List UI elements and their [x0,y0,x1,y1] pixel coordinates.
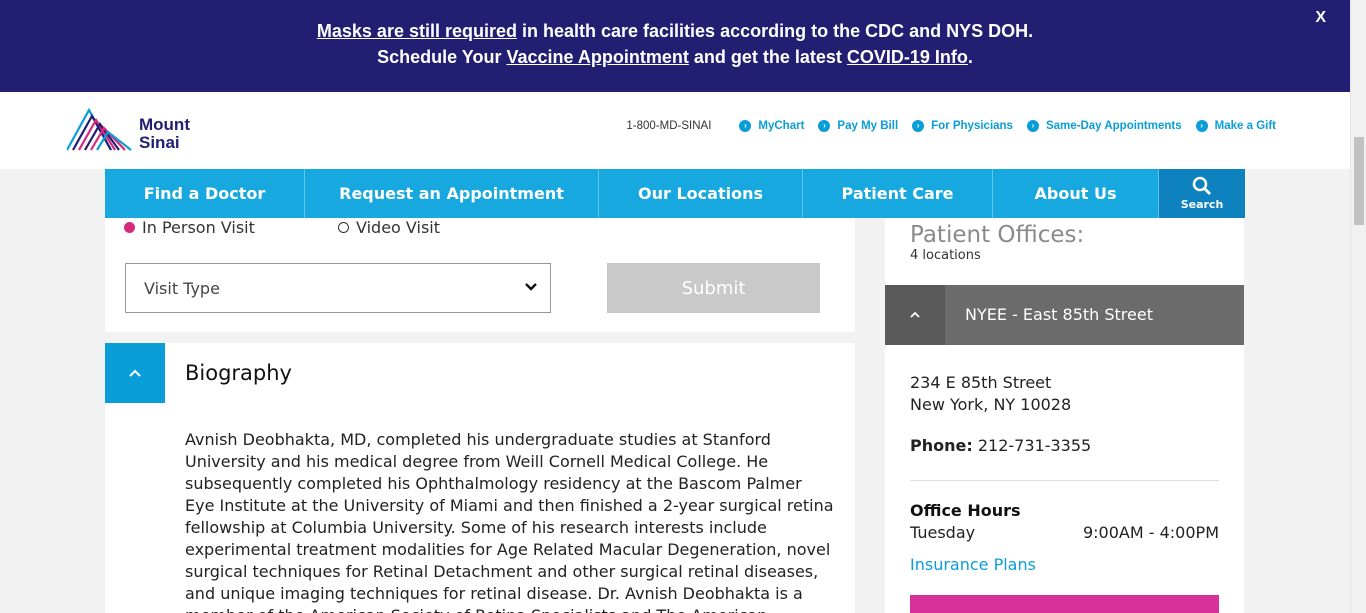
chevron-right-icon: › [1026,120,1039,132]
banner-line-1: Masks are still required in health care … [0,21,1350,42]
office-hours-title: Office Hours [910,501,1021,520]
biography-section: Biography Avnish Deobhakta, MD, complete… [105,343,855,613]
logo-text: Mount Sinai [139,116,190,152]
office-hours-row: Tuesday 9:00AM - 4:00PM [910,523,1219,542]
pay-my-bill-link[interactable]: › Pay My Bill [818,120,898,132]
nav-patient-care[interactable]: Patient Care [803,169,993,218]
mount-sinai-logo-icon [66,107,132,151]
banner-line-2-end: . [967,47,973,67]
page-scrollbar[interactable] [1350,0,1366,613]
radio-unselected-icon [338,222,349,233]
submit-button[interactable]: Submit [607,263,820,313]
mychart-label: MyChart [758,120,805,132]
chevron-down-icon [525,283,537,291]
scrollbar-thumb[interactable] [1354,137,1364,225]
covid-info-link[interactable]: COVID-19 Info [847,47,968,67]
locations-count: 4 locations [910,248,981,263]
biography-text: Avnish Deobhakta, MD, completed his unde… [185,430,834,613]
radio-selected-icon [124,222,135,233]
visit-type-select[interactable]: Visit Type [125,263,551,313]
chevron-right-icon: › [1195,120,1208,132]
chevron-right-icon: › [739,120,752,132]
patient-offices-heading: Patient Offices: [910,222,1085,248]
pay-my-bill-label: Pay My Bill [837,120,899,132]
search-icon [1192,176,1211,195]
make-a-gift-link[interactable]: › Make a Gift [1195,120,1276,132]
location-phone: Phone: 212-731-3355 [910,436,1091,455]
nav-our-locations[interactable]: Our Locations [599,169,803,218]
phone-number[interactable]: 1-800-MD-SINAI [626,120,711,132]
address-line-1: 234 E 85th Street [910,373,1052,392]
close-banner-button[interactable]: X [1315,9,1326,27]
hours-day: Tuesday [910,523,976,542]
search-button[interactable]: Search [1159,169,1245,218]
banner-line-1-text: in health care facilities according to t… [516,21,1034,41]
chevron-up-icon [129,369,141,377]
utility-nav: 1-800-MD-SINAI › MyChart › Pay My Bill › Fo… [626,120,1276,132]
chevron-up-icon [910,311,920,318]
visit-type-value: Visit Type [144,278,220,298]
for-physicians-link[interactable]: › For Physicians [912,120,1013,132]
nav-find-a-doctor[interactable]: Find a Doctor [105,169,305,218]
divider [910,480,1219,481]
location-name: NYEE - East 85th Street [965,305,1153,324]
phone-value[interactable]: 212-731-3355 [978,436,1091,455]
vaccine-appointment-link[interactable]: Vaccine Appointment [506,47,688,67]
biography-toggle-button[interactable] [105,343,165,403]
chevron-right-icon: › [912,120,925,132]
for-physicians-label: For Physicians [931,120,1013,132]
location-action-button[interactable] [910,595,1219,613]
location-toggle-button[interactable] [885,285,945,345]
biography-title: Biography [185,361,292,385]
in-person-label: In Person Visit [142,218,255,237]
appointment-form: In Person Visit Video Visit Visit Type S… [105,218,855,332]
phone-label: Phone: [910,436,973,455]
nav-about-us[interactable]: About Us [993,169,1159,218]
location-accordion-header[interactable]: NYEE - East 85th Street [885,285,1244,345]
chevron-right-icon: › [818,120,831,132]
video-visit-radio[interactable]: Video Visit [338,218,440,237]
masks-link[interactable]: Masks are still required [317,21,517,41]
nav-request-appointment[interactable]: Request an Appointment [305,169,599,218]
covid-banner: Masks are still required in health care … [0,0,1350,92]
search-label: Search [1180,198,1224,211]
banner-line-2-mid: and get the latest [688,47,847,67]
location-address: 234 E 85th Street New York, NY 10028 [910,372,1071,416]
patient-offices-panel: Patient Offices: 4 locations NYEE - East… [885,218,1244,613]
make-a-gift-label: Make a Gift [1214,120,1276,132]
logo-line-1: Mount [139,115,190,134]
insurance-plans-link[interactable]: Insurance Plans [910,555,1036,574]
mychart-link[interactable]: › MyChart [739,120,804,132]
site-header: Mount Sinai 1-800-MD-SINAI › MyChart › Pay… [0,92,1350,169]
mount-sinai-logo[interactable]: Mount Sinai [66,106,207,152]
in-person-visit-radio[interactable]: In Person Visit [124,218,255,237]
hours-time: 9:00AM - 4:00PM [1082,523,1219,542]
banner-line-2-start: Schedule Your [377,47,507,67]
logo-line-2: Sinai [139,133,180,152]
video-visit-label: Video Visit [356,218,441,237]
banner-line-2: Schedule Your Vaccine Appointment and ge… [0,47,1350,68]
address-line-2: New York, NY 10028 [910,395,1072,414]
main-nav: Find a Doctor Request an Appointment Our… [105,169,1245,218]
same-day-appointments-label: Same-Day Appointments [1045,120,1182,132]
same-day-appointments-link[interactable]: › Same-Day Appointments [1026,120,1182,132]
